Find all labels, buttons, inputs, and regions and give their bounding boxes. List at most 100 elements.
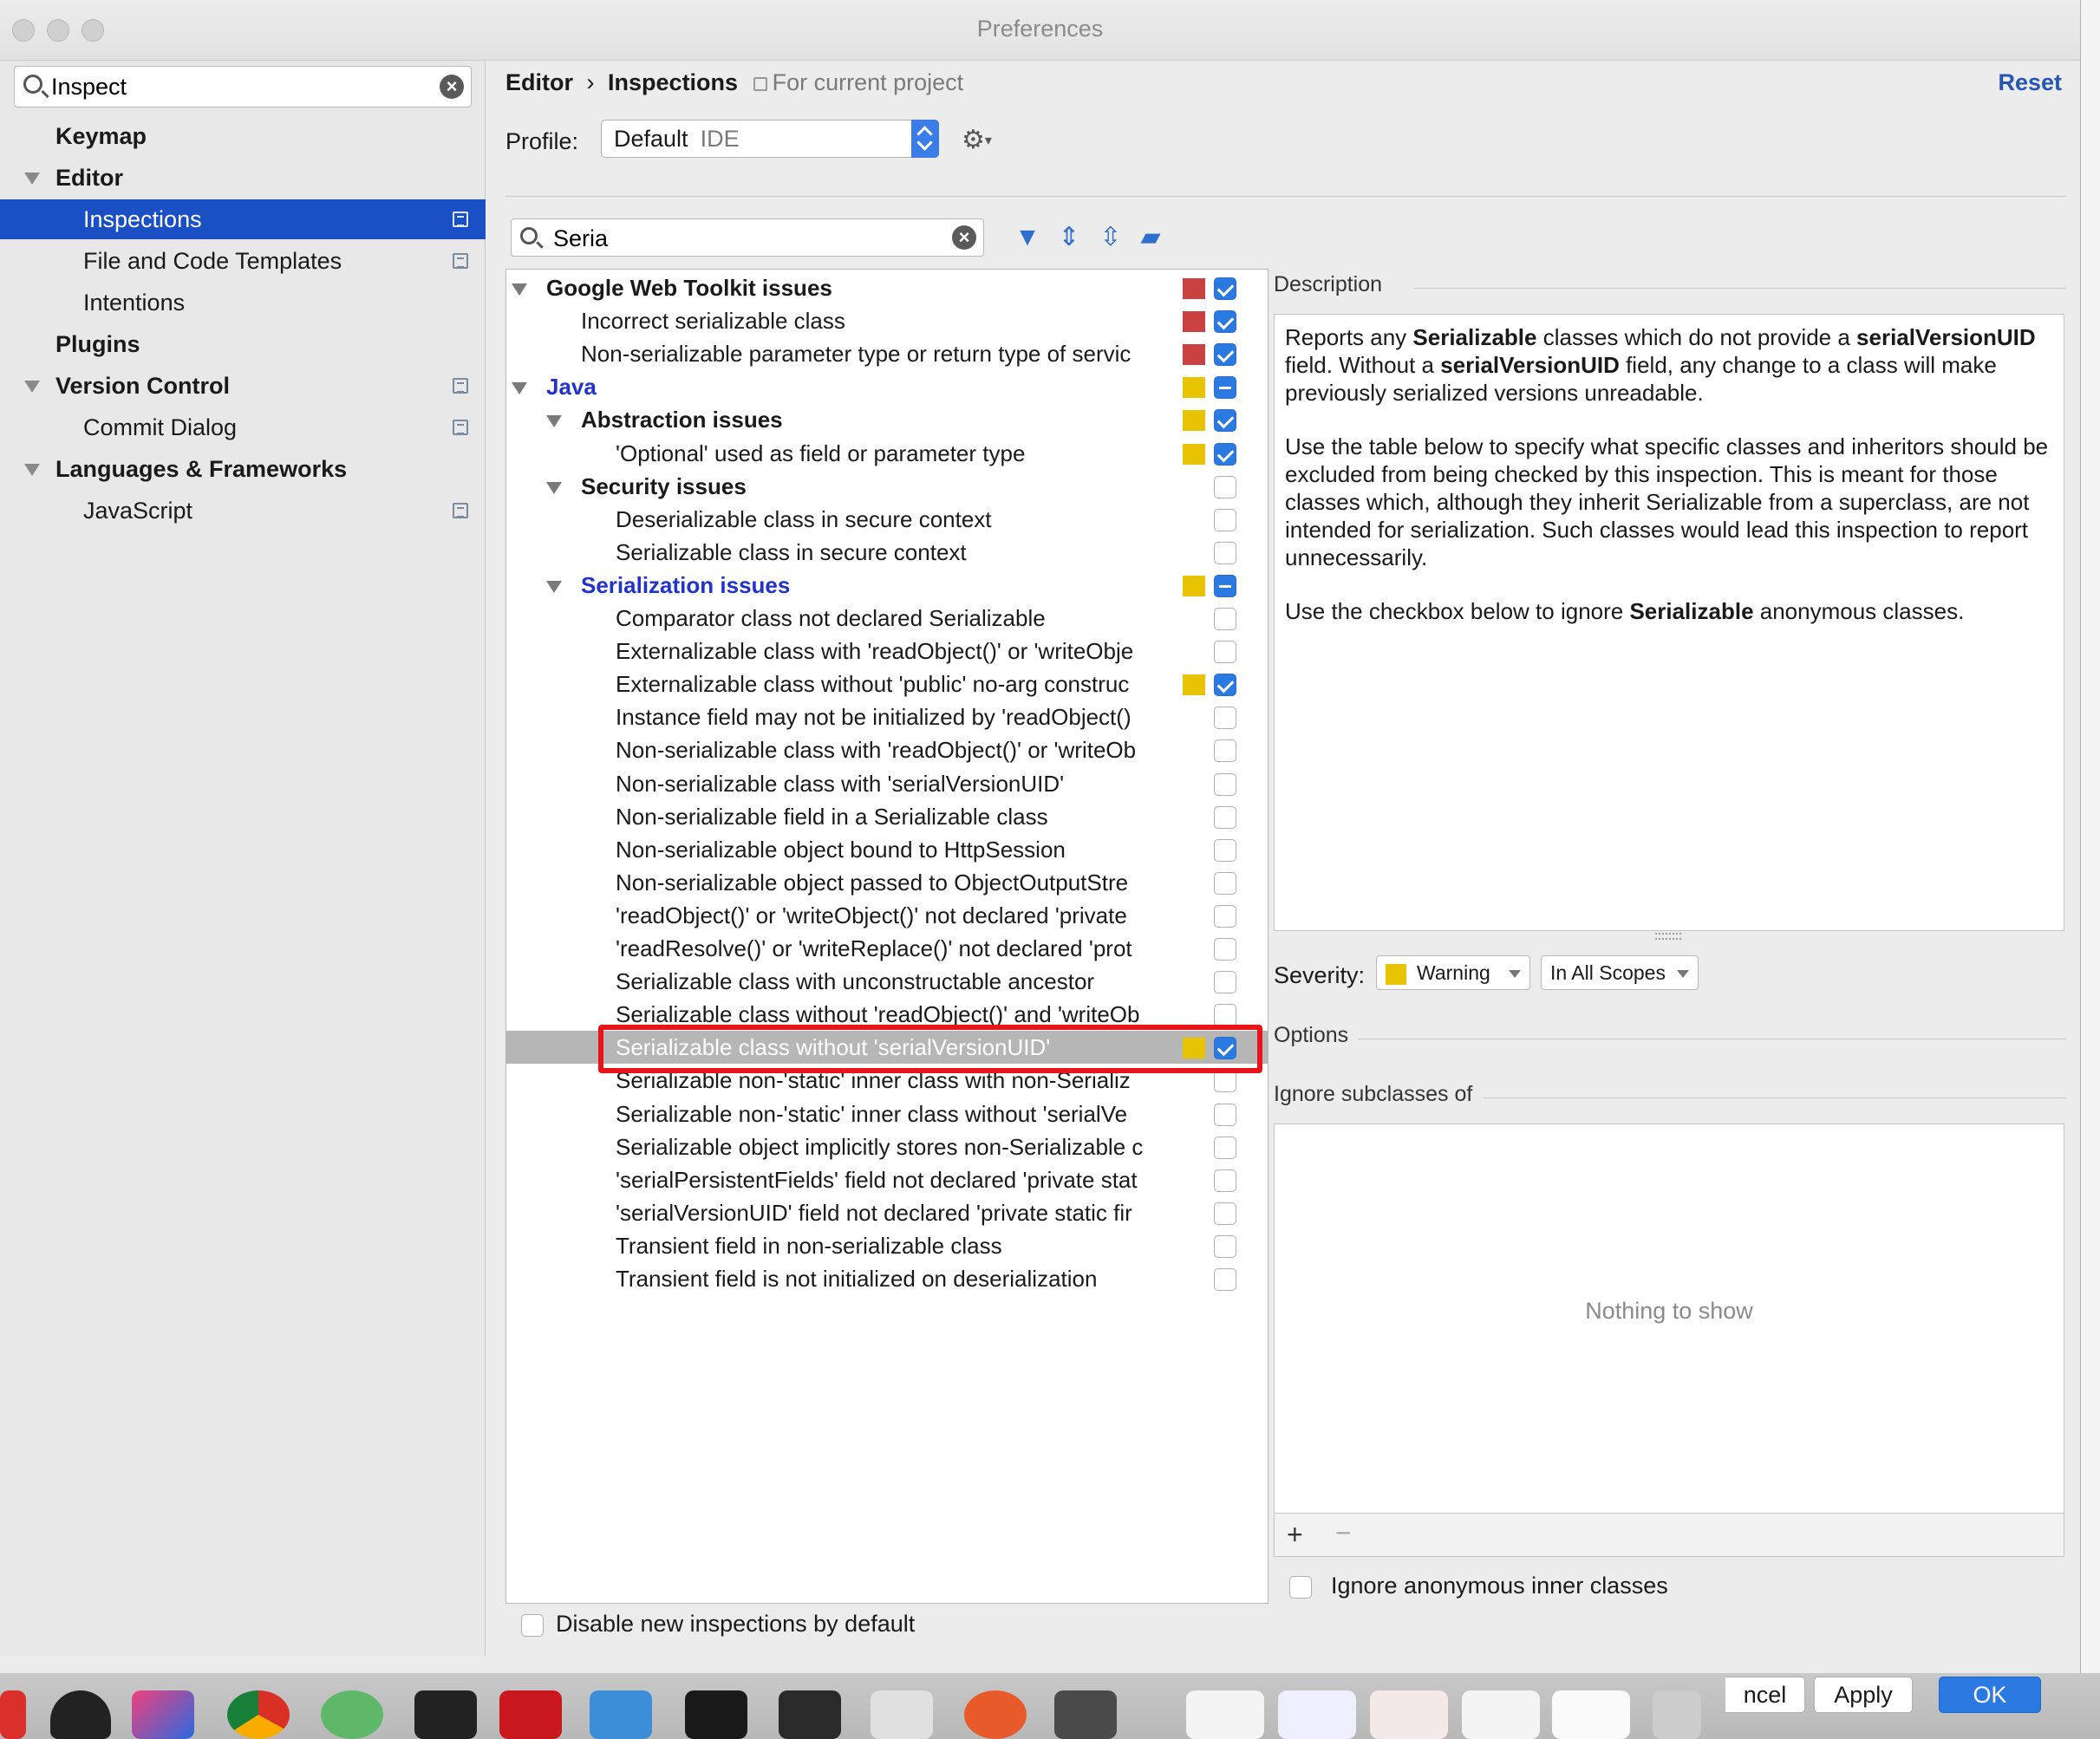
sidebar-item[interactable]: Languages & Frameworks (0, 449, 486, 489)
inspection-checkbox[interactable] (1214, 475, 1236, 498)
inspection-row[interactable]: Security issues (506, 470, 1268, 503)
inspection-row[interactable]: Externalizable class without 'public' no… (506, 668, 1268, 700)
inspection-checkbox[interactable] (1214, 805, 1236, 829)
clear-filter-icon[interactable]: × (952, 225, 976, 250)
chevron-down-icon[interactable] (546, 415, 562, 428)
chevron-down-icon[interactable] (512, 382, 527, 395)
eraser-icon[interactable]: ▰ (1135, 222, 1166, 253)
sidebar-item[interactable]: File and Code Templates (0, 241, 486, 281)
inspection-checkbox[interactable] (1214, 508, 1236, 531)
add-icon[interactable]: + (1287, 1519, 1303, 1551)
inspection-checkbox[interactable] (1214, 442, 1236, 466)
inspection-row[interactable]: Java (506, 370, 1268, 403)
inspection-checkbox[interactable] (1214, 938, 1236, 961)
inspection-checkbox[interactable] (1214, 541, 1236, 564)
ok-button[interactable]: OK (1939, 1677, 2041, 1713)
inspection-checkbox[interactable] (1214, 1202, 1236, 1225)
ignore-anonymous-checkbox[interactable] (1289, 1575, 1312, 1599)
inspection-checkbox[interactable] (1214, 641, 1236, 664)
sidebar-item[interactable]: JavaScript (0, 491, 486, 531)
sublime-icon[interactable] (1054, 1690, 1117, 1739)
inspection-filter-input[interactable] (553, 222, 935, 255)
inspection-row[interactable]: Non-serializable class with 'serialVersi… (506, 767, 1268, 800)
filter-icon[interactable]: ▼ (1012, 222, 1043, 253)
inspection-checkbox[interactable] (1214, 772, 1236, 796)
filezilla-icon[interactable] (499, 1690, 562, 1739)
inspection-row[interactable]: 'readResolve()' or 'writeReplace()' not … (506, 932, 1268, 965)
inspection-checkbox[interactable] (1214, 871, 1236, 895)
profile-select[interactable]: Default IDE (601, 120, 939, 158)
inspection-checkbox[interactable] (1214, 1004, 1236, 1027)
inspection-checkbox[interactable] (1214, 343, 1236, 367)
scope-select[interactable]: In All Scopes (1541, 955, 1699, 990)
window-thumbnail[interactable] (1278, 1690, 1356, 1739)
settings-search-input[interactable] (51, 70, 433, 103)
sidebar-item[interactable]: Keymap (0, 116, 486, 156)
window-thumbnail[interactable] (1552, 1690, 1630, 1739)
collapse-all-icon[interactable]: ⇳ (1095, 222, 1126, 253)
disable-new-inspections[interactable]: Disable new inspections by default (521, 1611, 915, 1638)
inspection-row[interactable]: Serialization issues (506, 569, 1268, 602)
inspection-filter[interactable]: × (511, 218, 984, 257)
inspection-checkbox[interactable] (1214, 574, 1236, 597)
inspection-row[interactable]: Serializable object implicitly stores no… (506, 1130, 1268, 1163)
inspection-row[interactable]: Abstraction issues (506, 403, 1268, 436)
cancel-button[interactable]: ncel (1725, 1677, 1805, 1713)
inspection-row[interactable]: 'serialPersistentFields' field not decla… (506, 1163, 1268, 1196)
weibo-icon[interactable] (0, 1690, 26, 1739)
inspection-checkbox[interactable] (1214, 674, 1236, 697)
inspection-row[interactable]: Comparator class not declared Serializab… (506, 602, 1268, 635)
reset-link[interactable]: Reset (1998, 69, 2062, 96)
sidebar-item[interactable]: Editor (0, 158, 486, 198)
sidebar-item[interactable]: Version Control (0, 366, 486, 406)
chevron-down-icon[interactable] (546, 481, 562, 494)
chevron-down-icon[interactable] (546, 580, 562, 593)
atom-icon[interactable] (321, 1690, 383, 1739)
sidebar-item[interactable]: Plugins (0, 324, 486, 364)
disable-new-checkbox[interactable] (521, 1613, 544, 1637)
severity-select[interactable]: Warning (1376, 955, 1530, 990)
inspection-checkbox[interactable] (1214, 1169, 1236, 1192)
inspection-checkbox[interactable] (1214, 838, 1236, 862)
remove-icon[interactable]: − (1335, 1517, 1352, 1549)
inspection-row[interactable]: 'Optional' used as field or parameter ty… (506, 437, 1268, 470)
gear-icon[interactable]: ⚙▾ (962, 125, 992, 155)
inspection-row[interactable]: Non-serializable object bound to HttpSes… (506, 833, 1268, 866)
inspection-checkbox[interactable] (1214, 310, 1236, 334)
window-thumbnail[interactable] (1186, 1690, 1264, 1739)
inspection-row[interactable]: Serializable class in secure context (506, 536, 1268, 569)
inspection-row[interactable]: Non-serializable class with 'readObject(… (506, 733, 1268, 766)
preview-icon[interactable] (871, 1690, 933, 1739)
inspection-row[interactable]: 'serialVersionUID' field not declared 'p… (506, 1196, 1268, 1229)
chevron-down-icon[interactable] (24, 381, 40, 393)
chevron-down-icon[interactable] (24, 173, 40, 185)
code-editor-icon[interactable] (779, 1690, 841, 1739)
apply-button[interactable]: Apply (1814, 1677, 1913, 1713)
inspection-row[interactable]: Deserializable class in secure context (506, 503, 1268, 536)
inspection-checkbox[interactable] (1214, 1103, 1236, 1126)
resize-handle[interactable] (1655, 933, 1681, 940)
inspection-checkbox[interactable] (1214, 277, 1236, 300)
postman-icon[interactable] (964, 1690, 1027, 1739)
inspection-row[interactable]: Incorrect serializable class (506, 304, 1268, 337)
inspection-row[interactable]: Non-serializable parameter type or retur… (506, 337, 1268, 370)
window-thumbnail[interactable] (1370, 1690, 1448, 1739)
inspection-checkbox[interactable] (1214, 1268, 1236, 1291)
inspection-row[interactable]: Transient field is not initialized on de… (506, 1262, 1268, 1295)
sidebar-item[interactable]: Commit Dialog (0, 407, 486, 447)
sidebar-item[interactable]: Intentions (0, 283, 486, 322)
docker-icon[interactable] (590, 1690, 652, 1739)
inspection-checkbox[interactable] (1214, 971, 1236, 994)
inspection-checkbox[interactable] (1214, 376, 1236, 400)
inspection-row[interactable]: Non-serializable object passed to Object… (506, 866, 1268, 899)
inspection-row[interactable]: Transient field in non-serializable clas… (506, 1229, 1268, 1262)
inspection-checkbox[interactable] (1214, 707, 1236, 730)
inspection-checkbox[interactable] (1214, 1234, 1236, 1258)
inspection-checkbox[interactable] (1214, 739, 1236, 763)
settings-search[interactable]: × (14, 66, 472, 107)
ignored-classes-list[interactable]: Nothing to show (1274, 1124, 2064, 1514)
inspection-row[interactable]: 'readObject()' or 'writeObject()' not de… (506, 899, 1268, 932)
inspection-checkbox[interactable] (1214, 1136, 1236, 1159)
ignore-anonymous-option[interactable]: Ignore anonymous inner classes (1289, 1573, 1668, 1599)
inspection-row[interactable]: Serializable non-'static' inner class wi… (506, 1097, 1268, 1130)
